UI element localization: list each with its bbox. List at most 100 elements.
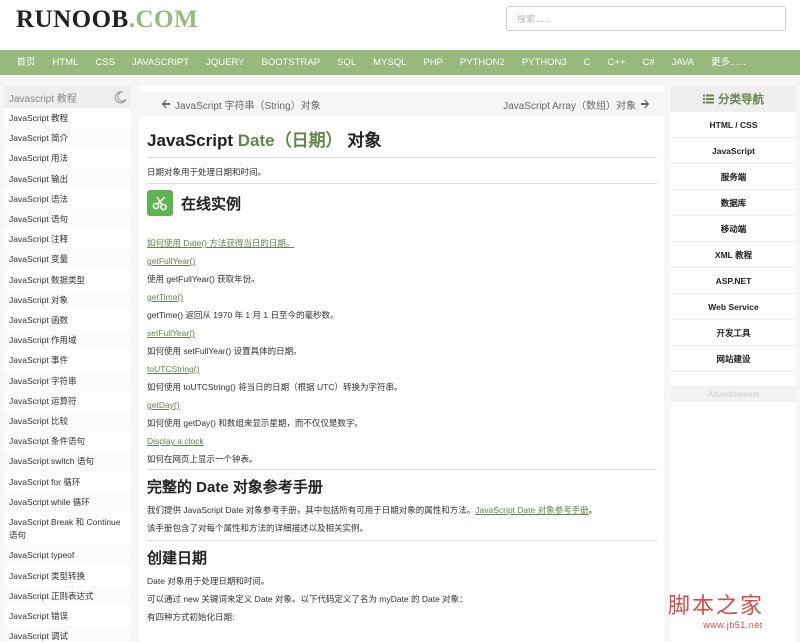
article: JavaScript Date（日期） 对象 日期对象用于处理日期和时间。 在线… xyxy=(147,126,657,626)
nav-item-javascript[interactable]: JAVASCRIPT xyxy=(123,50,197,75)
example-desc: 如何使用 getDay() 和数组来显示星期，而不仅仅是数字。 xyxy=(147,418,363,428)
reference-text: 我们提供 JavaScript Date 对象参考手册，其中包括所有可用于日期对… xyxy=(147,505,598,515)
nav-item-cpp[interactable]: C++ xyxy=(599,50,634,75)
category-nav-header: 分类导航 xyxy=(671,86,796,112)
page-title: JavaScript Date（日期） 对象 xyxy=(147,126,657,158)
sidebar-item[interactable]: JavaScript while 循环 xyxy=(4,491,131,513)
category-item[interactable]: 服务端 xyxy=(671,164,796,190)
nav-item-php[interactable]: PHP xyxy=(415,50,452,75)
nav-item-more[interactable]: 更多...... xyxy=(703,50,755,75)
sidebar-item[interactable]: JavaScript 比较 xyxy=(4,411,131,432)
category-item[interactable]: XML 教程 xyxy=(671,242,796,268)
intro-text: 日期对象用于处理日期和时间。 xyxy=(147,167,267,177)
advertisement-label: Advertisement xyxy=(671,386,796,402)
create-date-heading: 创建日期 xyxy=(147,550,208,567)
nav-item-bootstrap[interactable]: BOOTSTRAP xyxy=(253,50,329,75)
nav-item-css[interactable]: CSS xyxy=(87,50,124,75)
category-item[interactable]: 数据库 xyxy=(671,190,796,216)
sidebar-list: JavaScript 教程 JavaScript 简介 JavaScript 用… xyxy=(4,108,131,642)
nav-item-html[interactable]: HTML xyxy=(44,50,87,75)
example-link[interactable]: setFullYear() xyxy=(147,328,195,338)
site-watermark: 脚本之家 www.jb51.net xyxy=(668,588,798,638)
site-header: RUNOOB.COM xyxy=(0,0,800,48)
main-content: JavaScript 字符串（String）对象 JavaScript Arra… xyxy=(139,86,664,642)
category-item[interactable]: 网站建设 xyxy=(671,346,796,372)
sidebar-item[interactable]: JavaScript 作用域 xyxy=(4,330,131,351)
prev-page-label: JavaScript 字符串（String）对象 xyxy=(175,100,321,112)
sidebar-item[interactable]: JavaScript 错误 xyxy=(4,606,131,626)
example-desc: 如何使用 setFullYear() 设置具体的日期。 xyxy=(147,346,302,356)
example-desc: getTime() 返回从 1970 年 1 月 1 日至今的毫秒数。 xyxy=(147,310,339,320)
example-desc: 如何在网页上显示一个钟表。 xyxy=(147,454,258,464)
example-desc: 使用 getFullYear() 获取年份。 xyxy=(147,274,260,284)
sidebar-item[interactable]: JavaScript 数据类型 xyxy=(4,270,131,290)
nav-item-home[interactable]: 首页 xyxy=(8,50,44,75)
sidebar-item[interactable]: JavaScript Break 和 Continue 语句 xyxy=(4,512,131,545)
category-item[interactable]: JavaScript xyxy=(671,138,796,164)
sidebar-item[interactable]: JavaScript for 循环 xyxy=(4,472,131,492)
example-desc: 如何使用 toUTCString() 将当日的日期（根据 UTC）转换为字符串。 xyxy=(147,382,403,392)
right-sidebar: 分类导航 HTML / CSS JavaScript 服务端 数据库 移动端 X… xyxy=(671,86,796,386)
arrow-left-icon xyxy=(161,99,170,109)
prev-page-link[interactable]: JavaScript 字符串（String）对象 xyxy=(161,97,321,112)
nav-item-csharp[interactable]: C# xyxy=(634,50,663,75)
example-link[interactable]: Display a clock xyxy=(147,436,204,446)
examples-heading: 在线实例 xyxy=(147,190,657,216)
nav-item-python2[interactable]: PYTHON2 xyxy=(451,50,513,75)
category-item[interactable]: 开发工具 xyxy=(671,320,796,346)
example-link[interactable]: getDay() xyxy=(147,400,180,410)
sidebar-item[interactable]: JavaScript 教程 xyxy=(4,108,131,128)
sidebar-item[interactable]: JavaScript 简介 xyxy=(4,128,131,149)
nav-item-jquery[interactable]: JQUERY xyxy=(198,50,253,75)
reference-text-2: 该手册包含了对每个属性和方法的详细描述以及相关实例。 xyxy=(147,523,369,533)
next-page-label: JavaScript Array（数组）对象 xyxy=(503,100,636,112)
example-link[interactable]: getFullYear() xyxy=(147,256,195,266)
sidebar-item[interactable]: JavaScript 注释 xyxy=(4,229,131,249)
nav-item-java[interactable]: JAVA xyxy=(663,50,702,75)
category-item[interactable]: Web Service xyxy=(671,294,796,320)
reference-link[interactable]: JavaScript Date 对象参考手册 xyxy=(475,505,588,515)
create-text-1: Date 对象用于处理日期和时间。 xyxy=(147,576,270,586)
example-link[interactable]: getTime() xyxy=(147,292,183,302)
create-text-3: 有四种方式初始化日期: xyxy=(147,612,235,622)
search-input[interactable] xyxy=(506,6,786,31)
sidebar-item[interactable]: JavaScript 条件语句 xyxy=(4,431,131,451)
sidebar-item[interactable]: JavaScript 类型转换 xyxy=(4,566,131,586)
sidebar-item[interactable]: JavaScript 输出 xyxy=(4,168,131,189)
sidebar-item[interactable]: JavaScript 用法 xyxy=(4,148,131,168)
arrow-right-icon xyxy=(641,99,650,109)
nav-item-c[interactable]: C xyxy=(575,50,599,75)
sidebar-item[interactable]: JavaScript 对象 xyxy=(4,289,131,311)
category-item[interactable]: 移动端 xyxy=(671,216,796,242)
category-item[interactable]: HTML / CSS xyxy=(671,112,796,138)
nav-item-python3[interactable]: PYTHON3 xyxy=(513,50,575,75)
sidebar-title: Javascript 教程 xyxy=(9,93,77,105)
reference-heading: 完整的 Date 对象参考手册 xyxy=(147,479,323,496)
examples-list: 如何使用 Date() 方法获得当日的日期。 getFullYear() 使用 … xyxy=(147,234,657,468)
sidebar-item[interactable]: JavaScript switch 语句 xyxy=(4,451,131,472)
sidebar-item[interactable]: JavaScript 事件 xyxy=(4,350,131,370)
sidebar-item[interactable]: JavaScript typeof xyxy=(4,545,131,566)
sidebar-header: Javascript 教程 xyxy=(4,86,131,108)
sidebar-item[interactable]: JavaScript 正则表达式 xyxy=(4,585,131,607)
top-pager: JavaScript 字符串（String）对象 JavaScript Arra… xyxy=(139,92,664,116)
moon-icon[interactable] xyxy=(114,90,127,104)
category-item[interactable]: ASP.NET xyxy=(671,268,796,294)
example-link[interactable]: toUTCString() xyxy=(147,364,199,374)
sidebar-item[interactable]: JavaScript 语法 xyxy=(4,189,131,209)
example-link[interactable]: 如何使用 Date() 方法获得当日的日期。 xyxy=(147,238,294,248)
nav-item-sql[interactable]: SQL xyxy=(329,50,365,75)
list-icon xyxy=(703,94,714,104)
create-text-2: 可以通过 new 关键词来定义 Date 对象。以下代码定义了名为 myDate… xyxy=(147,594,468,604)
sidebar-item[interactable]: JavaScript 语句 xyxy=(4,209,131,230)
watermark-text: 脚本之家 xyxy=(668,594,765,619)
nav-item-mysql[interactable]: MYSQL xyxy=(365,50,415,75)
sidebar-item[interactable]: JavaScript 变量 xyxy=(4,249,131,270)
sidebar-item[interactable]: JavaScript 调试 xyxy=(4,626,131,642)
scissors-icon xyxy=(147,190,173,216)
sidebar-item[interactable]: JavaScript 函数 xyxy=(4,310,131,330)
sidebar-item[interactable]: JavaScript 运算符 xyxy=(4,391,131,411)
next-page-link[interactable]: JavaScript Array（数组）对象 xyxy=(503,97,650,112)
site-logo[interactable]: RUNOOB.COM xyxy=(16,6,198,34)
sidebar-item[interactable]: JavaScript 字符串 xyxy=(4,370,131,391)
